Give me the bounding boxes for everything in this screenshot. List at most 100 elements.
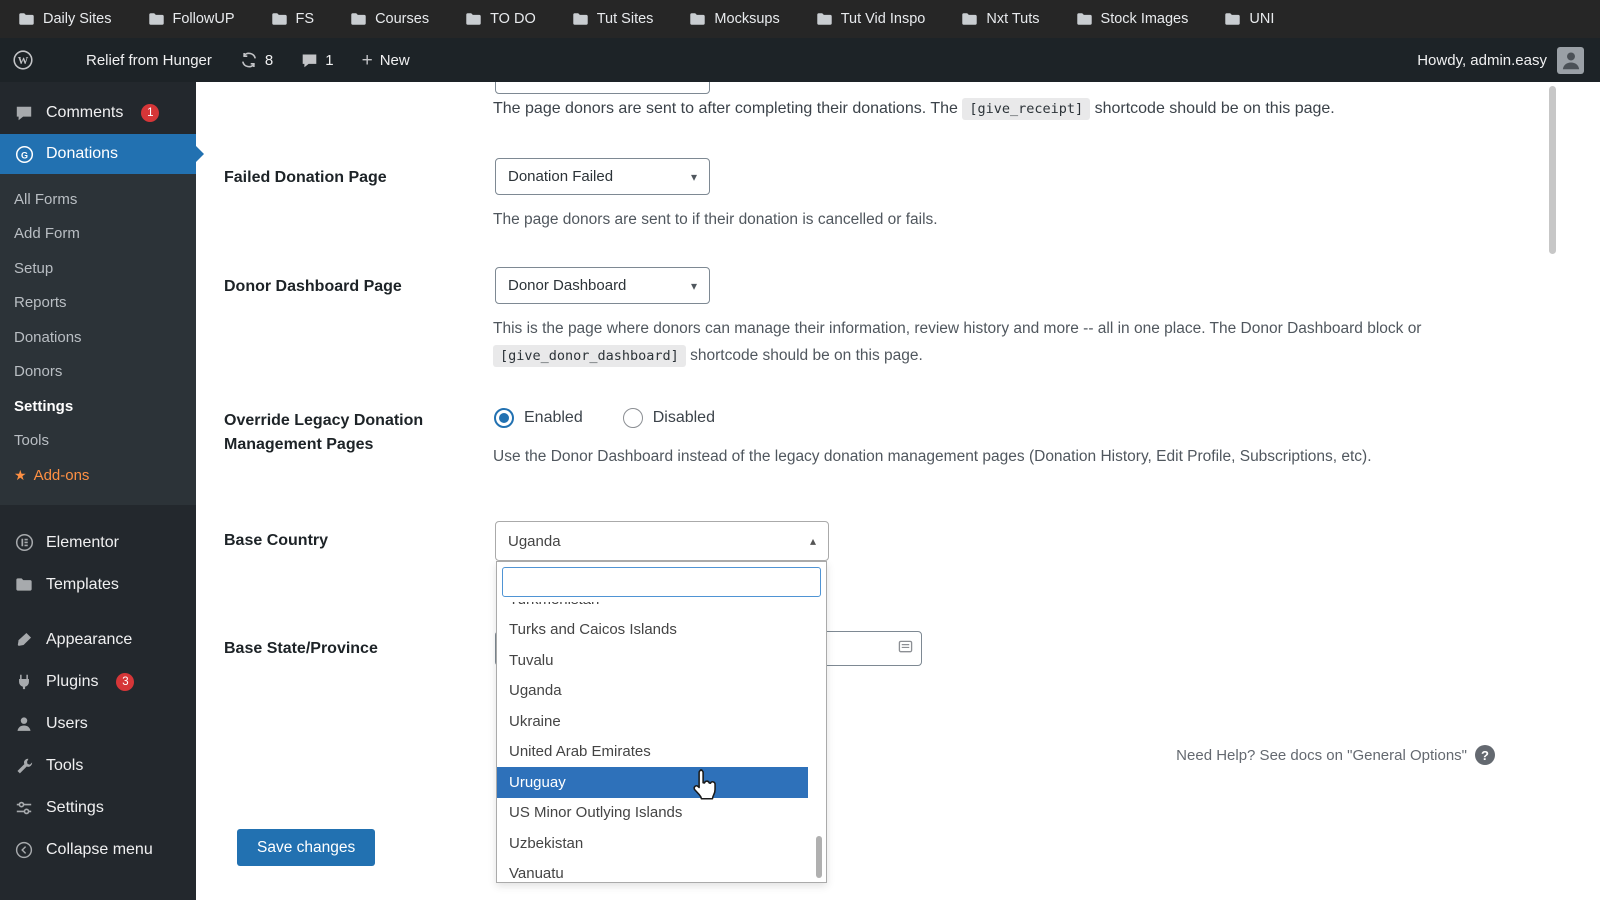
- sidebar-item-templates[interactable]: Templates: [0, 564, 196, 606]
- country-option[interactable]: Turkmenistan: [497, 602, 808, 615]
- input-widget-icon: [898, 639, 913, 659]
- sidebar-item-settings[interactable]: Settings: [0, 787, 196, 829]
- sidebar-item-comments[interactable]: Comments 1: [0, 94, 196, 132]
- country-option[interactable]: Vanuatu: [497, 859, 808, 882]
- collapse-arrow-icon: [14, 840, 34, 860]
- submenu-item-donations[interactable]: Donations: [0, 320, 196, 355]
- disabled-radio[interactable]: [622, 408, 643, 428]
- sidebar-item-label: Users: [46, 714, 88, 732]
- sidebar-item-elementor[interactable]: Elementor: [0, 522, 196, 564]
- submenu-item-add-form[interactable]: Add Form: [0, 217, 196, 252]
- enabled-radio-label: Enabled: [524, 409, 583, 426]
- sidebar-item-tools[interactable]: Tools: [0, 745, 196, 787]
- folder-icon: [572, 12, 589, 26]
- folder-icon: [816, 12, 833, 26]
- country-dropdown-panel: Turkmenistan Turks and Caicos Islands Tu…: [496, 561, 827, 883]
- bookmark-folder[interactable]: Daily Sites: [18, 11, 112, 27]
- bookmark-folder[interactable]: FollowUP: [148, 11, 235, 27]
- base-country-select[interactable]: Uganda ▴: [495, 521, 829, 561]
- plus-icon: +: [361, 49, 373, 71]
- chevron-up-icon: ▴: [809, 534, 816, 548]
- bookmark-label: UNI: [1249, 11, 1275, 27]
- country-option[interactable]: US Minor Outlying Islands: [497, 798, 808, 829]
- bookmark-folder[interactable]: Mocksups: [689, 11, 780, 27]
- submenu-item-settings[interactable]: Settings: [0, 389, 196, 424]
- disabled-radio-label: Disabled: [652, 409, 715, 426]
- folder-icon: [961, 12, 978, 26]
- bookmark-folder[interactable]: TO DO: [465, 11, 536, 27]
- dropdown-scrollbar-thumb[interactable]: [816, 836, 822, 878]
- bookmark-folder[interactable]: Nxt Tuts: [961, 11, 1040, 27]
- folder-icon: [689, 12, 706, 26]
- country-option[interactable]: United Arab Emirates: [497, 737, 808, 768]
- sidebar-item-label: Elementor: [46, 533, 119, 551]
- override-description: Use the Donor Dashboard instead of the l…: [493, 448, 1372, 465]
- folder-icon: [350, 12, 367, 26]
- page-scrollbar-thumb[interactable]: [1549, 86, 1556, 254]
- bookmark-folder[interactable]: Tut Sites: [572, 11, 654, 27]
- howdy-text[interactable]: Howdy, admin.easy: [1417, 52, 1547, 69]
- new-content-button[interactable]: + New: [362, 51, 410, 70]
- elementor-icon: [14, 533, 34, 553]
- submenu-item-setup[interactable]: Setup: [0, 251, 196, 286]
- success-page-select[interactable]: [495, 82, 710, 94]
- enabled-radio[interactable]: [494, 408, 514, 428]
- donor-dashboard-page-select[interactable]: Donor Dashboard ▾: [495, 267, 710, 304]
- country-option[interactable]: Tuvalu: [497, 645, 808, 676]
- givewp-icon: G: [14, 144, 34, 164]
- country-option[interactable]: Turks and Caicos Islands: [497, 615, 808, 646]
- donor-dashboard-description: This is the page where donors can manage…: [493, 315, 1505, 370]
- bookmark-folder[interactable]: UNI: [1224, 11, 1274, 27]
- admin-comments-count: 1: [325, 51, 334, 69]
- help-icon[interactable]: ?: [1475, 745, 1495, 765]
- bookmark-label: Nxt Tuts: [986, 11, 1040, 27]
- submenu-item-reports[interactable]: Reports: [0, 286, 196, 321]
- admin-comments-indicator[interactable]: 1: [301, 51, 334, 69]
- country-option[interactable]: Uganda: [497, 676, 808, 707]
- dashboard-desc-post: shortcode should be on this page.: [685, 347, 923, 364]
- wrench-icon: [14, 756, 34, 776]
- bookmark-folder[interactable]: Tut Vid Inspo: [816, 11, 925, 27]
- sidebar-item-donations[interactable]: G Donations: [0, 134, 204, 174]
- collapse-menu-button[interactable]: Collapse menu: [0, 829, 196, 871]
- sidebar-item-plugins[interactable]: Plugins 3: [0, 661, 196, 703]
- bookmark-label: Tut Sites: [596, 11, 654, 27]
- settings-sliders-icon: [14, 798, 34, 818]
- comments-icon: [14, 103, 34, 123]
- save-changes-button[interactable]: Save changes: [237, 829, 376, 866]
- update-icon: [240, 51, 258, 69]
- country-option[interactable]: Uzbekistan: [497, 828, 808, 859]
- submenu-item-label: Add-ons: [33, 466, 90, 484]
- submenu-item-donors[interactable]: Donors: [0, 355, 196, 390]
- sidebar-item-label: Settings: [46, 798, 104, 816]
- submenu-item-add-ons[interactable]: ★ Add-ons: [0, 458, 196, 493]
- bookmark-folder[interactable]: Stock Images: [1076, 11, 1188, 27]
- sidebar-item-users[interactable]: Users: [0, 703, 196, 745]
- folder-icon: [465, 12, 482, 26]
- sidebar-item-label: Appearance: [46, 630, 133, 648]
- avatar[interactable]: [1557, 46, 1584, 74]
- sidebar-item-label: Collapse menu: [46, 840, 153, 858]
- site-name-link[interactable]: Relief from Hunger: [86, 52, 212, 69]
- templates-folder-icon: [14, 575, 34, 595]
- plugin-icon: [14, 672, 34, 692]
- bookmark-label: FS: [295, 11, 315, 27]
- country-option-highlighted[interactable]: Uruguay: [497, 767, 808, 798]
- admin-bar: W Relief from Hunger 8 1 + New Howdy, adm…: [0, 38, 1600, 82]
- chevron-down-icon: ▾: [690, 169, 697, 184]
- updates-indicator[interactable]: 8: [240, 51, 273, 69]
- sidebar-item-appearance[interactable]: Appearance: [0, 619, 196, 661]
- country-option[interactable]: Ukraine: [497, 706, 808, 737]
- submenu-item-all-forms[interactable]: All Forms: [0, 182, 196, 217]
- wp-logo[interactable]: W: [12, 49, 34, 71]
- country-search-input[interactable]: [502, 567, 821, 597]
- updates-count: 8: [264, 51, 274, 69]
- base-country-value: Uganda: [508, 532, 561, 550]
- help-link[interactable]: Need Help? See docs on "General Options"…: [1176, 745, 1495, 765]
- submenu-item-tools[interactable]: Tools: [0, 424, 196, 459]
- bookmarks-bar: Daily Sites FollowUP FS Courses TO DO Tu…: [0, 0, 1600, 38]
- site-name-text: Relief from Hunger: [86, 51, 212, 69]
- failed-donation-page-select[interactable]: Donation Failed ▾: [495, 158, 710, 195]
- bookmark-folder[interactable]: Courses: [350, 11, 429, 27]
- bookmark-folder[interactable]: FS: [271, 11, 315, 27]
